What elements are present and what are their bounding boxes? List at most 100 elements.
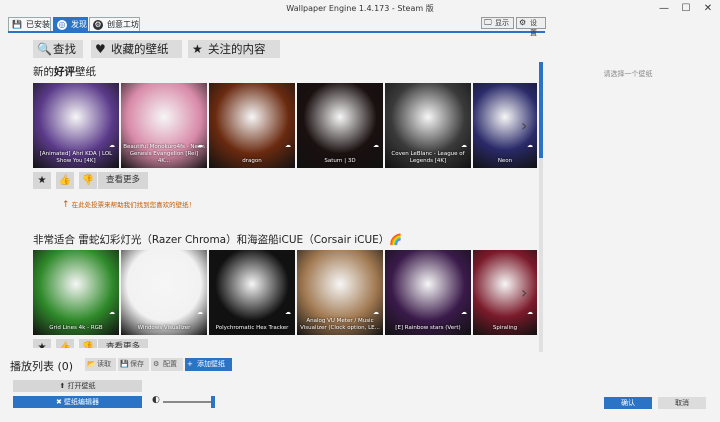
steam-workshop-icon: ☁ bbox=[461, 142, 467, 149]
thumbs-down-icon: 👎 bbox=[81, 342, 95, 348]
tab-workshop-label: 创意工坊 bbox=[107, 20, 139, 29]
save-icon: 💾 bbox=[120, 360, 129, 368]
plus-icon: + bbox=[187, 360, 193, 368]
display-button[interactable]: 🖵 显示 bbox=[481, 17, 514, 29]
maximize-button[interactable]: ☐ bbox=[675, 0, 697, 17]
wallpaper-caption: Analog VU Meter / Music Visualizer (Cloc… bbox=[300, 318, 380, 331]
steam-workshop-icon: ☁ bbox=[285, 309, 291, 316]
chevron-right-icon-2[interactable]: › bbox=[521, 283, 527, 302]
scrollbar[interactable] bbox=[539, 62, 543, 352]
tab-discover-label: 发现 bbox=[71, 20, 87, 29]
thumbs-up-button[interactable]: 👍 bbox=[56, 172, 74, 189]
open-wallpaper-button[interactable]: ⬆ 打开壁纸 bbox=[13, 380, 142, 392]
add-wallpaper-label: 添加壁纸 bbox=[197, 360, 225, 368]
heart-icon: ♥ bbox=[95, 42, 106, 56]
window-title: Wallpaper Engine 1.4.173 - Steam 版 bbox=[286, 4, 434, 13]
cancel-button[interactable]: 取消 bbox=[658, 397, 706, 409]
brightness-icon: ◐ bbox=[152, 395, 160, 405]
section-new-title-part3: 壁纸 bbox=[75, 66, 96, 78]
thumbs-up-icon: 👍 bbox=[58, 175, 72, 186]
steam-workshop-icon: ☁ bbox=[109, 142, 115, 149]
wallpaper-card[interactable]: Saturn | 3D ☁ bbox=[297, 83, 383, 168]
scrollbar-thumb[interactable] bbox=[539, 62, 543, 158]
arrow-up-icon: ↑ bbox=[62, 200, 70, 210]
wallpaper-card[interactable]: Grid Lines 4k - RGB ☁ bbox=[33, 250, 119, 335]
thumbs-down-button-2[interactable]: 👎 bbox=[79, 339, 97, 348]
tab-discover[interactable]: ◎ 发现 bbox=[53, 17, 88, 32]
playlist-save-button[interactable]: 💾 保存 bbox=[118, 358, 149, 371]
steam-icon: ⚙ bbox=[93, 20, 103, 30]
thumbs-up-button-2[interactable]: 👍 bbox=[56, 339, 74, 348]
star-icon: ★ bbox=[37, 175, 47, 186]
ok-button[interactable]: 确认 bbox=[604, 397, 652, 409]
chevron-right-icon[interactable]: › bbox=[521, 116, 527, 135]
wallpaper-editor-label: 壁纸编辑器 bbox=[64, 398, 100, 406]
section-new-title-part2: 好评 bbox=[54, 66, 75, 78]
thumbs-up-icon: 👍 bbox=[58, 342, 72, 348]
search-icon: 🔍 bbox=[37, 42, 52, 56]
favorite-star-button[interactable]: ★ bbox=[33, 172, 51, 189]
close-button[interactable]: ✕ bbox=[697, 0, 719, 17]
tab-installed[interactable]: 💾 已安装 bbox=[8, 17, 51, 32]
wallpaper-editor-button[interactable]: ✖ 壁纸编辑器 bbox=[13, 396, 142, 408]
favorites-button[interactable]: ♥ 收藏的壁纸 bbox=[91, 40, 182, 58]
wallpaper-card[interactable]: Beautiful Monokuro4fs - Neon Genesis Eva… bbox=[121, 83, 207, 168]
section-new-title-part1: 新的 bbox=[33, 66, 54, 78]
tab-underline bbox=[8, 31, 545, 33]
compass-icon: ◎ bbox=[57, 20, 67, 30]
section-chroma-title: 非常适合 雷蛇幻彩灯光（Razer Chroma）和海盗船iCUE（Corsai… bbox=[33, 234, 403, 246]
search-label: 查找 bbox=[53, 42, 76, 56]
wallpaper-caption: Neon bbox=[497, 158, 513, 164]
wallpaper-card[interactable]: Coven LeBlanc - League of Legends [4K] ☁ bbox=[385, 83, 471, 168]
wallpaper-caption: [Animated] Ahri KDA | LOL Show You [4K] bbox=[39, 151, 113, 164]
slider-track bbox=[163, 401, 213, 403]
see-more-button-2[interactable]: 查看更多 bbox=[98, 339, 148, 348]
steam-workshop-icon: ☁ bbox=[461, 309, 467, 316]
playlist-count: (0) bbox=[57, 360, 74, 373]
settings-label: 设置 bbox=[530, 19, 537, 37]
wallpaper-caption: dragon bbox=[242, 158, 262, 164]
thumbs-down-button[interactable]: 👎 bbox=[79, 172, 97, 189]
upload-icon: ⬆ bbox=[59, 382, 66, 390]
thumbs-down-icon: 👎 bbox=[81, 175, 95, 186]
tab-workshop[interactable]: ⚙ 创意工坊 bbox=[89, 17, 140, 32]
playlist-config-label: 配置 bbox=[163, 360, 177, 368]
playlist-config-button[interactable]: ⚙ 配置 bbox=[151, 358, 183, 371]
section-new-title: 新的好评壁纸 bbox=[33, 64, 96, 79]
playlist-title-text: 播放列表 bbox=[10, 360, 54, 373]
see-more-button-1[interactable]: 查看更多 bbox=[98, 172, 148, 189]
preview-panel: 请选择一个壁纸 bbox=[548, 36, 720, 376]
wallpaper-card[interactable]: Windows Visualizer ☁ bbox=[121, 250, 207, 335]
vote-hint: ↑ 在此处投票来帮助我们找到您喜欢的壁纸！ bbox=[62, 199, 195, 210]
wallpaper-card[interactable]: Analog VU Meter / Music Visualizer (Cloc… bbox=[297, 250, 383, 335]
monitor-icon: 🖵 bbox=[484, 18, 492, 27]
steam-workshop-icon: ☁ bbox=[373, 142, 379, 149]
wallpaper-caption: Polychromatic Hex Tracker bbox=[215, 325, 289, 331]
brightness-slider[interactable]: ◐ bbox=[152, 395, 218, 409]
wallpaper-caption: Coven LeBlanc - League of Legends [4K] bbox=[391, 151, 465, 164]
add-wallpaper-button[interactable]: + 添加壁纸 bbox=[185, 358, 232, 371]
steam-workshop-icon: ☁ bbox=[285, 142, 291, 149]
following-button[interactable]: ★ 关注的内容 bbox=[188, 40, 280, 58]
minimize-button[interactable]: — bbox=[653, 0, 675, 17]
wallpaper-card[interactable]: [E] Rainbow stars (Vert) ☁ bbox=[385, 250, 471, 335]
wallpaper-card[interactable]: Polychromatic Hex Tracker ☁ bbox=[209, 250, 295, 335]
save-icon: 💾 bbox=[12, 20, 22, 29]
favorite-star-button-2[interactable]: ★ bbox=[33, 339, 51, 348]
wallpaper-card[interactable]: dragon ☁ bbox=[209, 83, 295, 168]
folder-icon: 📂 bbox=[87, 360, 96, 368]
open-wallpaper-label: 打开壁纸 bbox=[67, 382, 96, 390]
search-button[interactable]: 🔍 查找 bbox=[33, 40, 83, 58]
wallpaper-card[interactable]: [Animated] Ahri KDA | LOL Show You [4K] ☁ bbox=[33, 83, 119, 168]
playlist-load-button[interactable]: 📂 读取 bbox=[85, 358, 116, 371]
title-bar: Wallpaper Engine 1.4.173 - Steam 版 — ☐ ✕ bbox=[0, 0, 720, 17]
tools-icon: ✖ bbox=[55, 398, 62, 406]
settings-button[interactable]: ⚙ 设置 bbox=[516, 17, 546, 37]
preview-placeholder: 请选择一个壁纸 bbox=[603, 70, 653, 78]
playlist-save-label: 保存 bbox=[130, 360, 144, 368]
following-label: 关注的内容 bbox=[208, 42, 266, 56]
gear-icon: ⚙ bbox=[519, 18, 527, 27]
slider-handle[interactable] bbox=[211, 396, 215, 408]
star-icon: ★ bbox=[37, 342, 47, 348]
wallpaper-caption: Beautiful Monokuro4fs - Neon Genesis Eva… bbox=[123, 144, 205, 164]
